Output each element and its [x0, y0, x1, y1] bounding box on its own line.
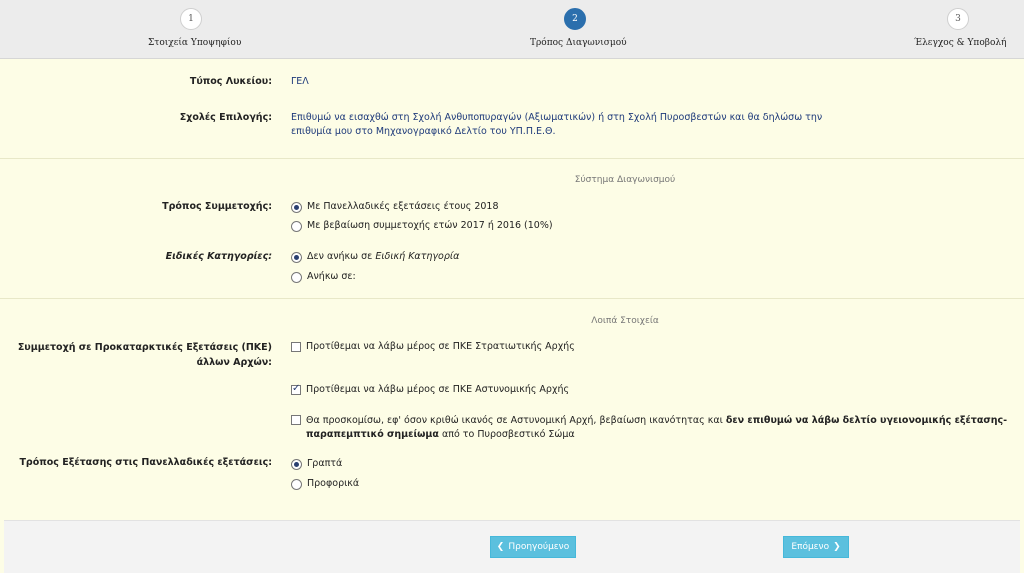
exam-mode-option-2[interactable]: Προφορικά — [291, 478, 359, 490]
schools-label: Σχολές Επιλογής: — [179, 112, 272, 123]
exam-mode-option-2-label: Προφορικά — [307, 478, 360, 489]
pke-label: Συμμετοχή σε Προκαταρκτικές Εξετάσεις (Π… — [17, 342, 272, 368]
participation-option-2-label: Με βεβαίωση συμμετοχής ετών 2017 ή 2016 … — [307, 220, 553, 231]
special-option-1-em: Ειδική Κατηγορία — [375, 251, 460, 262]
step-1-circle: 1 — [180, 8, 202, 30]
footer-bar: ❮ Προηγούμενο Επόμενο ❯ — [4, 520, 1020, 573]
special-option-1-label: Δεν ανήκω σε Ειδική Κατηγορία — [307, 251, 459, 262]
step-2-circle: 2 — [564, 8, 586, 30]
participation-label: Τρόπος Συμμετοχής: — [162, 201, 272, 212]
next-button-label: Επόμενο — [791, 542, 830, 552]
exam-mode-radio-2[interactable] — [291, 479, 302, 490]
pke-checkbox-3[interactable] — [291, 415, 301, 425]
exam-mode-option-1-label: Γραπτά — [307, 458, 343, 469]
participation-option-1-label: Με Πανελλαδικές εξετάσεις έτους 2018 — [307, 201, 499, 212]
participation-option-2[interactable]: Με βεβαίωση συμμετοχής ετών 2017 ή 2016 … — [291, 220, 553, 232]
previous-button[interactable]: ❮ Προηγούμενο — [490, 536, 576, 558]
chevron-left-icon: ❮ — [496, 542, 505, 552]
exam-mode-option-1[interactable]: Γραπτά — [291, 458, 342, 470]
wizard-steps: 1 Στοιχεία Υποψηφίου 2 Τρόπος Διαγωνισμο… — [0, 0, 1024, 59]
section-title-other: Λοιπά Στοιχεία — [591, 316, 659, 326]
step-2-label: Τρόπος Διαγωνισμού — [530, 38, 627, 48]
chevron-right-icon: ❯ — [833, 542, 841, 552]
special-option-2-label: Ανήκω σε: — [307, 271, 356, 282]
school-type-label: Τύπος Λυκείου: — [189, 76, 272, 87]
previous-button-label: Προηγούμενο — [508, 542, 570, 552]
step-3[interactable]: 3 Έλεγχος & Υποβολή — [914, 8, 1007, 48]
pke-option-1-label: Προτίθεμαι να λάβω μέρος σε ΠΚΕ Στρατιωτ… — [306, 341, 575, 352]
pke-option-3-label: Θα προσκομίσω, εφ' όσον κριθώ ικανός σε … — [306, 414, 1021, 442]
step-3-circle: 3 — [947, 8, 969, 30]
exam-mode-label: Τρόπος Εξέτασης στις Πανελλαδικές εξετάσ… — [19, 457, 272, 468]
pke-option-1[interactable]: Προτίθεμαι να λάβω μέρος σε ΠΚΕ Στρατιωτ… — [291, 341, 575, 352]
schools-value: Επιθυμώ να εισαχθώ στη Σχολή Ανθυποπυραγ… — [291, 112, 823, 137]
pke-checkbox-2[interactable] — [291, 383, 301, 395]
special-option-1-prefix: Δεν ανήκω σε — [307, 251, 376, 262]
pke-option-3[interactable]: Θα προσκομίσω, εφ' όσον κριθώ ικανός σε … — [291, 414, 1021, 442]
step-1-label: Στοιχεία Υποψηφίου — [148, 38, 242, 48]
form-area: Τύπος Λυκείου: ΓΕΛ Σχολές Επιλογής: Επιθ… — [0, 59, 1024, 519]
pke-checkbox-1[interactable] — [291, 342, 301, 352]
divider — [0, 298, 1024, 299]
divider — [0, 158, 1024, 159]
next-button[interactable]: Επόμενο ❯ — [783, 536, 849, 558]
step-1[interactable]: 1 Στοιχεία Υποψηφίου — [148, 8, 242, 48]
pke-option-3-tail: από το Πυροσβεστικό Σώμα — [438, 429, 575, 440]
special-radio-2[interactable] — [291, 272, 302, 283]
participation-radio-2[interactable] — [291, 221, 302, 232]
step-3-label: Έλεγχος & Υποβολή — [914, 38, 1007, 48]
school-type-value: ΓΕΛ — [291, 76, 309, 87]
special-option-2[interactable]: Ανήκω σε: — [291, 271, 356, 283]
pke-option-3-text: Θα προσκομίσω, εφ' όσον κριθώ ικανός σε … — [306, 415, 726, 426]
special-radio-1[interactable] — [291, 252, 302, 263]
pke-option-2-label: Προτίθεμαι να λάβω μέρος σε ΠΚΕ Αστυνομι… — [306, 384, 570, 395]
exam-mode-radio-1[interactable] — [291, 459, 302, 470]
special-label: Ειδικές Κατηγορίες: — [165, 251, 272, 262]
pke-option-2[interactable]: Προτίθεμαι να λάβω μέρος σε ΠΚΕ Αστυνομι… — [291, 383, 570, 395]
section-title-system: Σύστημα Διαγωνισμού — [574, 175, 676, 185]
participation-option-1[interactable]: Με Πανελλαδικές εξετάσεις έτους 2018 — [291, 201, 499, 213]
step-2[interactable]: 2 Τρόπος Διαγωνισμού — [530, 8, 627, 48]
participation-radio-1[interactable] — [291, 202, 302, 213]
special-option-1[interactable]: Δεν ανήκω σε Ειδική Κατηγορία — [291, 251, 459, 263]
